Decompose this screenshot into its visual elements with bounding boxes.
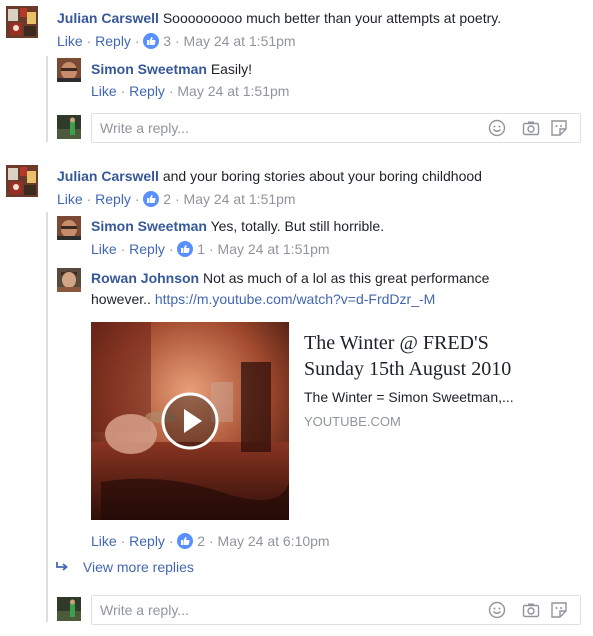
reply-button[interactable]: Reply	[95, 191, 131, 207]
comment-author[interactable]: Julian Carswell	[57, 168, 159, 184]
comment-author[interactable]: Rowan Johnson	[91, 270, 199, 286]
link-preview-title-line2[interactable]: Sunday 15th August 2010	[304, 356, 511, 382]
comment-text: Sooooooooo much better than your attempt…	[162, 10, 502, 26]
reply-input-placeholder: Write a reply...	[100, 602, 189, 618]
comment-text: Not as much of a lol as this great perfo…	[203, 270, 490, 286]
reply-arrow-icon	[55, 558, 69, 578]
comment-actions: Like · Reply · May 24 at 1:51pm	[91, 83, 290, 99]
like-button[interactable]: Like	[57, 191, 83, 207]
avatar-simon-sweetman[interactable]	[57, 216, 81, 240]
play-icon[interactable]	[160, 391, 220, 451]
avatar-julian-carswell[interactable]	[6, 6, 38, 38]
like-icon[interactable]	[177, 533, 194, 549]
like-button[interactable]: Like	[91, 83, 117, 99]
reply-input[interactable]: Write a reply...	[91, 595, 581, 625]
thread-line	[46, 212, 48, 622]
comment-actions: Like · Reply · 2 · May 24 at 6:10pm	[91, 533, 330, 549]
comment-text: Easily!	[210, 61, 253, 77]
comment-actions: Like · Reply · 3 · May 24 at 1:51pm	[57, 33, 296, 49]
comment-time[interactable]: May 24 at 6:10pm	[218, 533, 330, 549]
reaction-count[interactable]: 2	[163, 191, 171, 207]
like-button[interactable]: Like	[91, 241, 117, 257]
comment-time[interactable]: May 24 at 1:51pm	[184, 191, 296, 207]
view-more-replies[interactable]: View more replies	[55, 557, 194, 578]
comment-author[interactable]: Julian Carswell	[57, 10, 159, 26]
camera-icon[interactable]	[522, 601, 540, 619]
comment-author[interactable]: Simon Sweetman	[91, 218, 207, 234]
reply-button[interactable]: Reply	[95, 33, 131, 49]
sticker-icon[interactable]	[550, 119, 568, 137]
link-preview-domain: YOUTUBE.COM	[304, 414, 401, 429]
like-icon[interactable]	[143, 33, 160, 49]
reaction-count[interactable]: 3	[163, 33, 171, 49]
reply-comment-line2: however.. https://m.youtube.com/watch?v=…	[91, 289, 435, 309]
reply-comment: Simon Sweetman Easily!	[91, 59, 252, 79]
emoji-icon[interactable]	[488, 119, 506, 137]
reply-input-placeholder: Write a reply...	[100, 120, 189, 136]
link-preview-description: The Winter = Simon Sweetman,...	[304, 389, 514, 405]
reply-comment: Simon Sweetman Yes, totally. But still h…	[91, 216, 384, 236]
reply-button[interactable]: Reply	[129, 241, 165, 257]
comment-time[interactable]: May 24 at 1:51pm	[177, 83, 289, 99]
like-icon[interactable]	[177, 241, 194, 257]
thread-line	[46, 56, 48, 142]
comment-time[interactable]: May 24 at 1:51pm	[218, 241, 330, 257]
comment-text: Yes, totally. But still horrible.	[210, 218, 385, 234]
reaction-count[interactable]: 1	[197, 241, 205, 257]
reply-comment: Rowan Johnson Not as much of a lol as th…	[91, 268, 489, 288]
comment-text: and your boring stories about your borin…	[162, 168, 482, 184]
avatar-simon-sweetman[interactable]	[57, 58, 81, 82]
camera-icon[interactable]	[522, 119, 540, 137]
view-more-replies-label[interactable]: View more replies	[83, 559, 194, 575]
avatar-current-user	[57, 115, 81, 139]
like-icon[interactable]	[143, 191, 160, 207]
sticker-icon[interactable]	[550, 601, 568, 619]
like-button[interactable]: Like	[57, 33, 83, 49]
reply-button[interactable]: Reply	[129, 533, 165, 549]
reply-input[interactable]: Write a reply...	[91, 113, 581, 143]
link-preview-title-line1[interactable]: The Winter @ FRED'S	[304, 330, 511, 356]
comment-author[interactable]: Simon Sweetman	[91, 61, 207, 77]
comment-actions: Like · Reply · 2 · May 24 at 1:51pm	[57, 191, 296, 207]
avatar-julian-carswell[interactable]	[6, 165, 38, 197]
like-button[interactable]: Like	[91, 533, 117, 549]
link-preview-title[interactable]: The Winter @ FRED'S Sunday 15th August 2…	[304, 330, 511, 382]
video-thumbnail[interactable]	[91, 322, 289, 520]
reaction-count[interactable]: 2	[197, 533, 205, 549]
avatar-current-user	[57, 597, 81, 621]
comment: Julian Carswell Sooooooooo much better t…	[57, 8, 501, 28]
youtube-link[interactable]: https://m.youtube.com/watch?v=d-FrdDzr_-…	[155, 291, 436, 307]
emoji-icon[interactable]	[488, 601, 506, 619]
reply-button[interactable]: Reply	[129, 83, 165, 99]
comment-actions: Like · Reply · 1 · May 24 at 1:51pm	[91, 241, 330, 257]
comment-time[interactable]: May 24 at 1:51pm	[184, 33, 296, 49]
avatar-rowan-johnson[interactable]	[57, 268, 81, 292]
comment: Julian Carswell and your boring stories …	[57, 166, 482, 186]
comment-text: however..	[91, 291, 151, 307]
